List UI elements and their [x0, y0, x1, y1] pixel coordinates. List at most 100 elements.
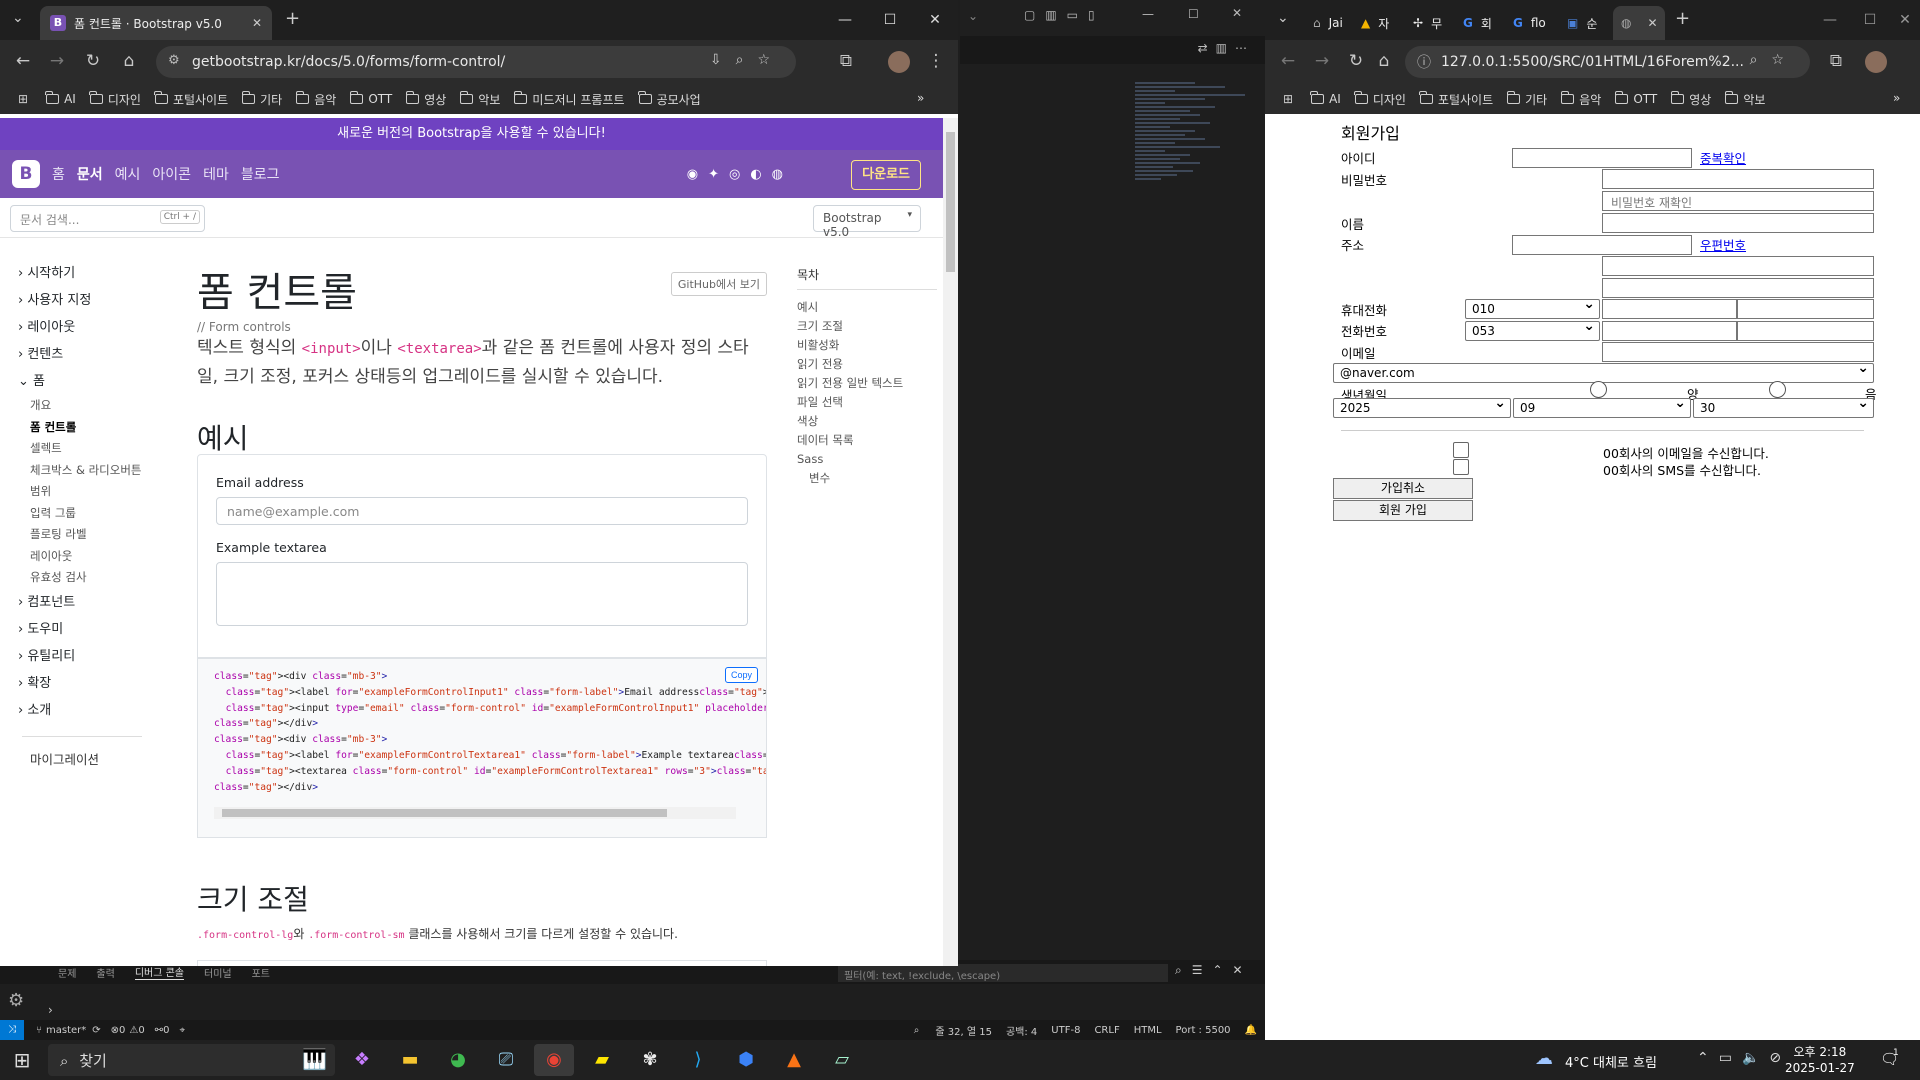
encoding[interactable]: UTF-8 [1051, 1025, 1080, 1036]
maximize-icon[interactable]: ☐ [1188, 7, 1199, 21]
tab-2[interactable]: ▲ 자 [1355, 6, 1405, 40]
submit-button[interactable]: 회원 가입 [1333, 500, 1473, 521]
weather-text[interactable]: 4°C 대체로 흐림 [1565, 1052, 1657, 1071]
sidebar-sub-validation[interactable]: 유효성 검사 [18, 567, 158, 589]
duplicate-check-link[interactable]: 중복확인 [1700, 148, 1746, 167]
email-input[interactable] [1602, 342, 1874, 362]
forward-icon[interactable]: → [46, 50, 68, 72]
close-icon[interactable]: ✕ [920, 8, 950, 32]
birth-year-select[interactable]: 2025 [1333, 395, 1511, 418]
nav-themes[interactable]: 테마 [203, 164, 229, 184]
tab-problems[interactable]: 문제 [58, 965, 76, 980]
bookmark-music[interactable]: 음악 [295, 91, 336, 108]
bookmark-ai[interactable]: AI [1310, 91, 1341, 106]
remote-desktop-icon[interactable]: ⎚ [486, 1044, 526, 1076]
bookmark-etc[interactable]: 기타 [241, 91, 282, 108]
omnibox-action-icons[interactable]: ⌕☆ [1750, 52, 1798, 68]
avatar[interactable] [888, 51, 910, 73]
nav-docs[interactable]: 문서 [77, 164, 103, 184]
version-dropdown[interactable]: Bootstrap v5.0 ▾ [813, 205, 921, 239]
bookmark-design[interactable]: 디자인 [1354, 91, 1406, 108]
download-button[interactable]: 다운로드 [851, 160, 921, 190]
email-agree-checkbox[interactable] [1453, 442, 1469, 458]
sidebar-sub-layout[interactable]: 레이아웃 [18, 546, 158, 568]
nav-icons[interactable]: 아이콘 [152, 164, 191, 184]
radio-lunar[interactable] [1769, 381, 1786, 398]
sidebar-item-utilities[interactable]: › 유틸리티 [18, 643, 158, 670]
address-bar[interactable]: ⚙ getbootstrap.kr/docs/5.0/forms/form-co… [156, 46, 796, 78]
close-icon[interactable]: ✕ [1232, 6, 1242, 20]
tab-search-icon[interactable]: ⌄ [12, 10, 24, 26]
password-confirm-input[interactable]: 비밀번호 재확인 [1602, 191, 1874, 211]
menu-icon[interactable]: ⋮ [925, 50, 947, 72]
minimize-icon[interactable]: — [1142, 7, 1154, 21]
toc-item[interactable]: 데이터 목록 [797, 431, 937, 450]
toc-item[interactable]: 읽기 전용 일반 텍스트 [797, 374, 937, 393]
toc-item[interactable]: 읽기 전용 [797, 355, 937, 374]
email-input[interactable]: name@example.com [216, 497, 748, 525]
toc-subitem[interactable]: 변수 [797, 469, 937, 488]
more-bookmarks[interactable]: » [1893, 91, 1900, 105]
radio-solar[interactable] [1590, 381, 1607, 398]
birth-day-select[interactable]: 30 [1693, 395, 1874, 418]
phone-prefix-select[interactable]: 053 [1465, 318, 1600, 341]
password-input[interactable] [1602, 169, 1874, 189]
sidebar-item-layout[interactable]: › 레이아웃 [18, 314, 158, 341]
version-banner[interactable]: 새로운 버전의 Bootstrap을 사용할 수 있습니다! [0, 118, 943, 150]
sidebar-item-components[interactable]: › 컴포넌트 [18, 589, 158, 616]
taskbar-search[interactable]: ⌕ 찾기 🎹 [48, 1044, 335, 1076]
example-textarea[interactable] [216, 562, 748, 626]
cancel-button[interactable]: 가입취소 [1333, 478, 1473, 499]
address-input-1[interactable] [1602, 256, 1874, 276]
notepad-icon[interactable]: ▱ [822, 1044, 862, 1076]
apps-grid-icon[interactable]: ⊞ [18, 92, 28, 106]
cursor-position[interactable]: 줄 32, 열 15 [935, 1023, 992, 1038]
sidebar-sub-form-control[interactable]: 폼 컨트롤 [18, 417, 158, 439]
kakaotalk-icon[interactable]: ▰ [582, 1044, 622, 1076]
tab-terminal[interactable]: 터미널 [204, 965, 232, 980]
sidebar-item-forms[interactable]: ⌄ 폼 [18, 368, 158, 395]
sidebar-item-migration[interactable]: 마이그레이션 [18, 749, 158, 771]
birth-month-select[interactable]: 09 [1513, 395, 1691, 418]
avatar[interactable] [1865, 51, 1887, 73]
copy-button[interactable]: Copy [724, 667, 758, 683]
sidebar-sub-checks-radios[interactable]: 체크박스 & 라디오버튼 [18, 460, 158, 482]
extensions-icon[interactable]: ⧉ [835, 50, 857, 72]
tab-6[interactable]: ▣ 순 [1561, 6, 1611, 40]
panel-actions-icons[interactable]: ⌕☰⌃✕ [1175, 963, 1253, 978]
sidebar-sub-select[interactable]: 셀렉트 [18, 438, 158, 460]
error-count[interactable]: 0 [119, 1025, 125, 1036]
forward-icon[interactable]: → [1311, 50, 1333, 72]
chrome-icon[interactable]: ◉ [534, 1044, 574, 1076]
chatgpt-icon[interactable]: ✾ [630, 1044, 670, 1076]
bell-icon[interactable]: 🔔 [1245, 1025, 1257, 1036]
tab-output[interactable]: 출력 [96, 965, 114, 980]
sidebar-sub-overview[interactable]: 개요 [18, 395, 158, 417]
bootstrap-logo[interactable]: B [12, 160, 40, 188]
tab-3[interactable]: ✢ 무 [1407, 6, 1455, 40]
layout-icons[interactable]: ▢▥▭▯ [1024, 8, 1105, 22]
bookmark-sheet[interactable]: 악보 [1724, 91, 1765, 108]
toc-item[interactable]: 크기 조절 [797, 317, 937, 336]
tab-bootstrap[interactable]: B 폼 컨트롤 · Bootstrap v5.0 ✕ [40, 6, 272, 40]
zipcode-link[interactable]: 우편번호 [1700, 235, 1746, 254]
gear-icon[interactable]: ⚙ [8, 990, 24, 1011]
end-of-line[interactable]: CRLF [1094, 1025, 1119, 1036]
bookmark-sheet[interactable]: 악보 [459, 91, 500, 108]
maps-icon[interactable]: ⬢ [726, 1044, 766, 1076]
weather-icon[interactable]: ☁ [1535, 1048, 1553, 1069]
mobile-prefix-select[interactable]: 010 [1465, 296, 1600, 319]
back-icon[interactable]: ← [12, 50, 34, 72]
social-icons[interactable]: ◉✦◎◐◍ [687, 167, 793, 182]
bookmark-portal[interactable]: 포털사이트 [154, 91, 228, 108]
bookmark-midjourney[interactable]: 미드저니 프롬프트 [513, 91, 625, 108]
sync-icon[interactable]: ⟳ [92, 1025, 100, 1036]
extensions-icon[interactable]: ⧉ [1825, 50, 1847, 72]
git-branch[interactable]: master* [46, 1025, 86, 1036]
mobile-middle-input[interactable] [1602, 299, 1737, 319]
copilot-icon[interactable]: ❖ [342, 1044, 382, 1076]
bookmark-portal[interactable]: 포털사이트 [1419, 91, 1493, 108]
omnibox-action-icons[interactable]: ⇩⌕☆ [710, 52, 784, 68]
code-scrollbar[interactable] [214, 807, 736, 819]
toc-item[interactable]: 색상 [797, 412, 937, 431]
